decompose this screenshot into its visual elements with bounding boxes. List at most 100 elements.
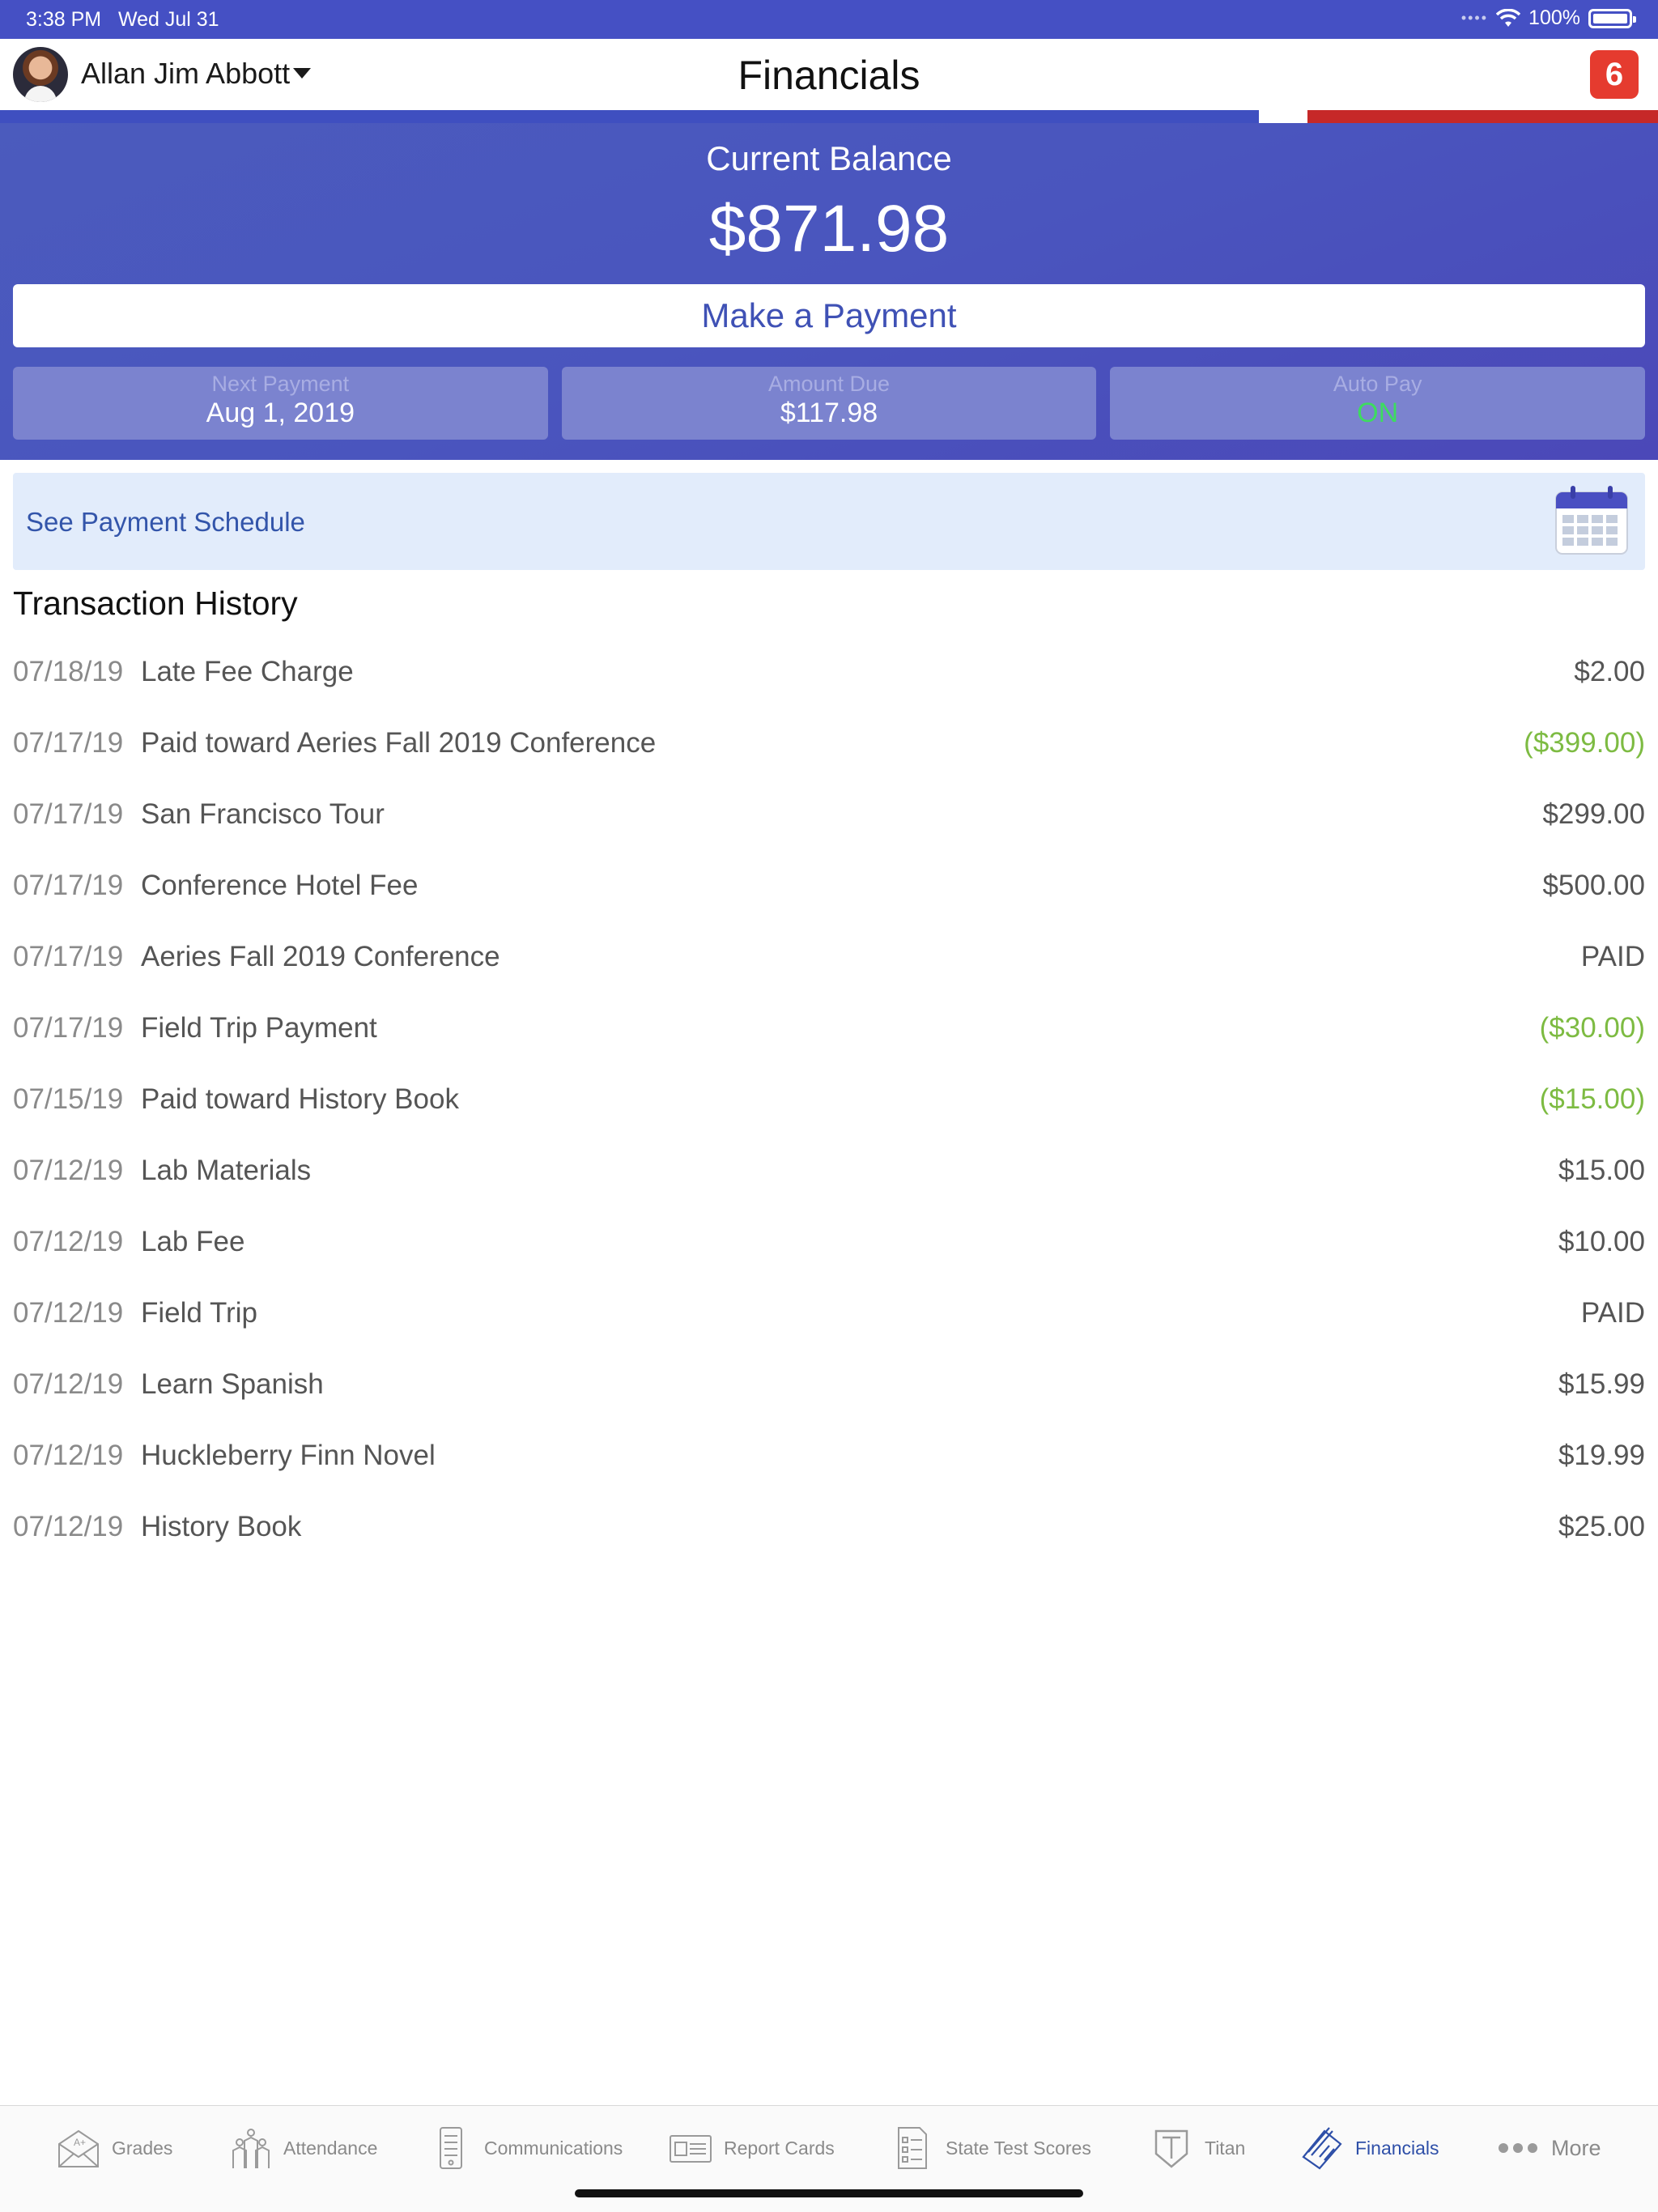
tab-report-cards[interactable]: Report Cards (669, 2124, 835, 2172)
table-row[interactable]: 07/12/19 Lab Fee $10.00 (13, 1208, 1645, 1279)
tx-amount: $299.00 (1542, 798, 1645, 830)
auto-pay-tile[interactable]: Auto Pay ON (1110, 367, 1646, 440)
schedule-label: See Payment Schedule (26, 507, 305, 537)
more-icon (1499, 2143, 1537, 2153)
tx-description: Lab Materials (141, 1155, 312, 1186)
table-row[interactable]: 07/12/19 Lab Materials $15.00 (13, 1137, 1645, 1208)
tx-date: 07/12/19 (13, 1155, 124, 1186)
tx-description: Lab Fee (141, 1226, 245, 1257)
tx-description: Conference Hotel Fee (141, 870, 419, 901)
tx-description: Learn Spanish (141, 1368, 324, 1400)
tx-amount: $2.00 (1574, 656, 1645, 687)
tx-date: 07/17/19 (13, 798, 124, 830)
tx-date: 07/12/19 (13, 1297, 124, 1329)
tab-label: Titan (1205, 2137, 1246, 2159)
tx-description: Huckleberry Finn Novel (141, 1440, 436, 1471)
tx-amount: PAID (1580, 1297, 1645, 1329)
tab-label: Communications (484, 2137, 623, 2159)
transaction-history-title: Transaction History (13, 585, 298, 622)
tile-label: Amount Due (767, 372, 891, 396)
tx-date: 07/12/19 (13, 1226, 124, 1257)
status-indicators: •••• 100% (1460, 6, 1636, 30)
status-clock: 3:38 PM (26, 8, 102, 31)
tab-label: Attendance (283, 2137, 378, 2159)
tab-state-test-scores[interactable]: State Test Scores (891, 2124, 1091, 2172)
tx-description: Late Fee Charge (141, 656, 354, 687)
tx-amount: $500.00 (1542, 870, 1645, 901)
notification-badge[interactable]: 6 (1590, 50, 1639, 99)
table-row[interactable]: 07/17/19 Field Trip Payment ($30.00) (13, 994, 1645, 1066)
tab-communications[interactable]: Communications (429, 2124, 623, 2172)
table-row[interactable]: 07/17/19 Conference Hotel Fee $500.00 (13, 852, 1645, 923)
battery-icon (1588, 8, 1636, 28)
tx-amount: $19.99 (1558, 1440, 1645, 1471)
tab-attendance[interactable]: Attendance (228, 2124, 377, 2172)
balance-panel: Current Balance $871.98 Make a Payment N… (0, 123, 1658, 460)
tx-date: 07/17/19 (13, 870, 124, 901)
make-payment-button[interactable]: Make a Payment (13, 284, 1645, 347)
report-cards-icon (670, 2135, 712, 2163)
tx-description: San Francisco Tour (141, 798, 385, 830)
table-row[interactable]: 07/12/19 History Book $25.00 (13, 1493, 1645, 1564)
table-row[interactable]: 07/18/19 Late Fee Charge $2.00 (13, 638, 1645, 709)
tab-label: More (1551, 2135, 1601, 2160)
tab-label: Report Cards (724, 2137, 835, 2159)
table-row[interactable]: 07/12/19 Learn Spanish $15.99 (13, 1351, 1645, 1422)
payment-schedule-link[interactable]: See Payment Schedule (13, 473, 1645, 570)
tx-description: Paid toward Aeries Fall 2019 Conference (141, 727, 657, 759)
tab-label: Grades (112, 2137, 173, 2159)
amount-due-tile: Amount Due $117.98 (561, 367, 1097, 440)
tile-value: $117.98 (780, 398, 878, 428)
wifi-icon (1496, 8, 1521, 27)
tx-description: Field Trip (141, 1297, 257, 1329)
tx-description: Paid toward History Book (141, 1083, 459, 1115)
status-time: 3:38 PM Wed Jul 31 (26, 8, 219, 32)
auto-pay-status: ON (1357, 398, 1399, 428)
table-row[interactable]: 07/12/19 Huckleberry Finn Novel $19.99 (13, 1422, 1645, 1493)
tx-description: History Book (141, 1511, 302, 1542)
balance-amount: $871.98 (708, 192, 950, 266)
status-date: Wed Jul 31 (117, 8, 219, 31)
tx-description: Field Trip Payment (141, 1012, 377, 1044)
table-row[interactable]: 07/15/19 Paid toward History Book ($15.00) (13, 1066, 1645, 1137)
tx-date: 07/17/19 (13, 727, 124, 759)
titan-icon (1154, 2129, 1188, 2168)
tx-amount: ($15.00) (1539, 1083, 1645, 1115)
attendance-icon (232, 2129, 270, 2168)
tx-date: 07/17/19 (13, 1012, 124, 1044)
tile-label: Auto Pay (1333, 372, 1422, 396)
tab-financials[interactable]: Financials (1300, 2124, 1439, 2172)
tx-description: Aeries Fall 2019 Conference (141, 941, 500, 972)
page-title: Financials (738, 53, 920, 98)
calendar-icon (1555, 486, 1628, 555)
tx-date: 07/15/19 (13, 1083, 124, 1115)
table-row[interactable]: 07/17/19 San Francisco Tour $299.00 (13, 781, 1645, 852)
tx-date: 07/12/19 (13, 1368, 124, 1400)
table-row[interactable]: 07/17/19 Aeries Fall 2019 Conference PAID (13, 923, 1645, 994)
state-test-scores-icon (898, 2127, 927, 2169)
battery-percent: 100% (1528, 6, 1580, 29)
transaction-list: 07/18/19 Late Fee Charge $2.00 07/17/19 Pai… (13, 638, 1645, 1564)
payment-info-tiles: Next Payment Aug 1, 2019 Amount Due $117… (13, 367, 1646, 440)
tile-value: Aug 1, 2019 (206, 398, 355, 428)
financials-icon (1302, 2127, 1342, 2170)
table-row[interactable]: 07/12/19 Field Trip PAID (13, 1279, 1645, 1351)
balance-label: Current Balance (706, 139, 952, 177)
tab-titan[interactable]: Titan (1150, 2124, 1245, 2172)
next-payment-tile: Next Payment Aug 1, 2019 (13, 367, 548, 440)
tx-amount: ($30.00) (1539, 1012, 1645, 1044)
table-row[interactable]: 07/17/19 Paid toward Aeries Fall 2019 Con… (13, 709, 1645, 781)
tx-date: 07/17/19 (13, 941, 124, 972)
tab-label: Financials (1355, 2137, 1439, 2159)
tab-grades[interactable]: A+ Grades (57, 2124, 172, 2172)
tab-more[interactable]: More (1496, 2124, 1601, 2172)
tx-amount: $25.00 (1558, 1511, 1645, 1542)
tx-amount: PAID (1580, 941, 1645, 972)
home-indicator[interactable] (575, 2189, 1083, 2197)
tx-date: 07/18/19 (13, 656, 124, 687)
tx-amount: $15.00 (1558, 1155, 1645, 1186)
tx-date: 07/12/19 (13, 1511, 124, 1542)
signal-icon: •••• (1460, 10, 1489, 26)
status-bar: 3:38 PM Wed Jul 31 •••• 100% (0, 0, 1658, 39)
tx-amount: $15.99 (1558, 1368, 1645, 1400)
